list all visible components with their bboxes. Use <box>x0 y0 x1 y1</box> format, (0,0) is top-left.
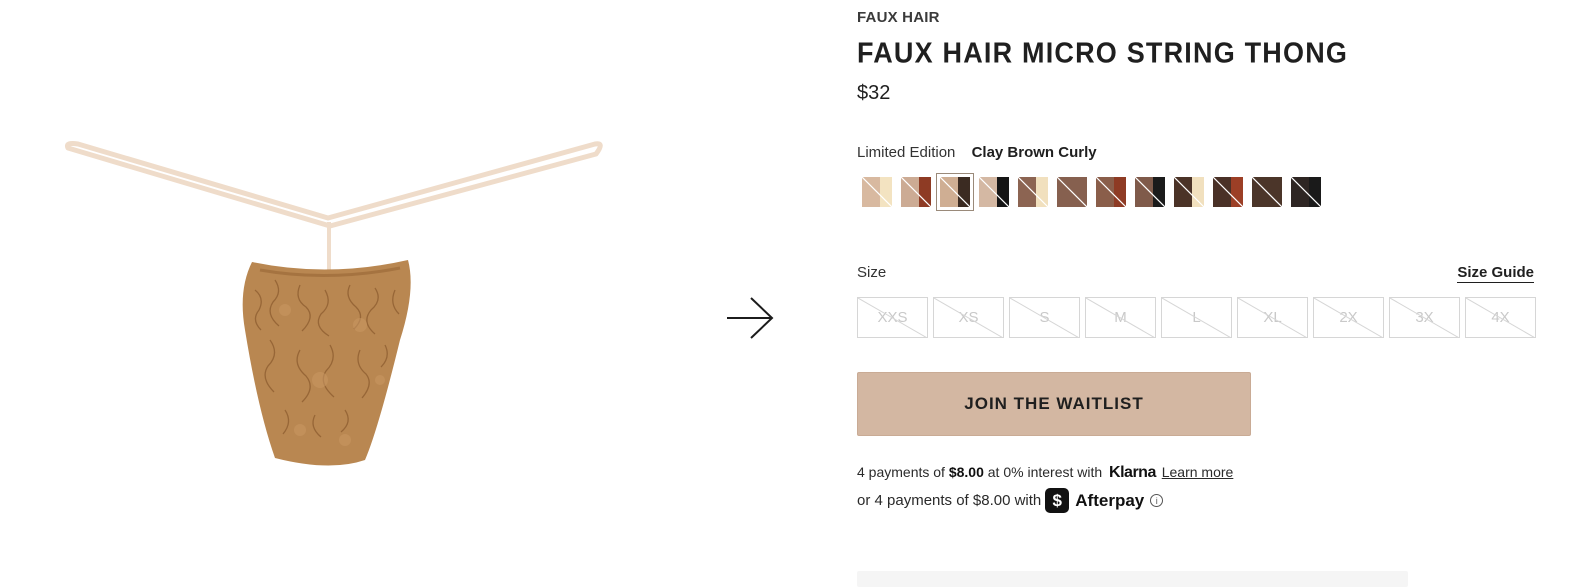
join-waitlist-button[interactable]: JOIN THE WAITLIST <box>857 372 1251 436</box>
klarna-prefix: 4 payments of <box>857 464 945 480</box>
unavailable-strike-icon <box>1086 298 1155 337</box>
size-option[interactable]: XS <box>933 297 1004 338</box>
color-swatch[interactable] <box>1291 177 1321 207</box>
size-guide-link[interactable]: Size Guide <box>1457 264 1534 283</box>
color-swatch[interactable] <box>901 177 931 207</box>
product-title: FAUX HAIR MICRO STRING THONG <box>857 37 1349 69</box>
color-swatch[interactable] <box>862 177 892 207</box>
color-swatch[interactable] <box>936 173 974 211</box>
unavailable-strike-icon <box>1238 298 1307 337</box>
selected-color-name: Clay Brown Curly <box>971 144 1097 161</box>
swatch-sold-out-icon <box>1057 177 1087 207</box>
swatch-sold-out-icon <box>1213 177 1243 207</box>
unavailable-strike-icon <box>1162 298 1231 337</box>
unavailable-strike-icon <box>1390 298 1459 337</box>
klarna-amount: $8.00 <box>948 464 984 480</box>
size-option[interactable]: M <box>1085 297 1156 338</box>
swatch-sold-out-icon <box>1174 177 1204 207</box>
info-icon[interactable]: i <box>1150 494 1164 507</box>
afterpay-logo: Afterpay <box>1075 490 1145 510</box>
color-collection-label: Limited Edition <box>857 144 956 161</box>
size-options: XXSXSSMLXL2X3X4X <box>857 297 1536 338</box>
afterpay-logo-icon: $ <box>1045 488 1070 513</box>
color-swatch[interactable] <box>1252 177 1282 207</box>
product-gallery <box>0 0 800 587</box>
klarna-financing: 4 payments of $8.00 at 0% interest with … <box>857 464 1233 482</box>
color-swatches <box>862 173 1321 211</box>
size-option[interactable]: XXS <box>857 297 928 338</box>
size-option[interactable]: 4X <box>1465 297 1536 338</box>
color-swatch[interactable] <box>1057 177 1087 207</box>
size-option[interactable]: L <box>1161 297 1232 338</box>
color-swatch[interactable] <box>1213 177 1243 207</box>
color-row: Limited Edition Clay Brown Curly <box>857 144 1097 161</box>
klarna-logo: Klarna <box>1109 464 1156 481</box>
swatch-sold-out-icon <box>1252 177 1282 207</box>
product-image <box>65 141 603 466</box>
unavailable-strike-icon <box>1466 298 1535 337</box>
afterpay-financing: or 4 payments of $8.00 with $ Afterpay i <box>857 488 1164 513</box>
arrow-right-icon <box>727 297 774 339</box>
swatch-sold-out-icon <box>1291 177 1321 207</box>
color-swatch[interactable] <box>1018 177 1048 207</box>
klarna-suffix: at 0% interest with <box>987 464 1103 480</box>
color-swatch[interactable] <box>1174 177 1204 207</box>
product-price: $32 <box>857 82 891 104</box>
color-swatch[interactable] <box>979 177 1009 207</box>
next-section-edge <box>857 571 1408 587</box>
swatch-sold-out-icon <box>862 177 892 207</box>
size-option[interactable]: 2X <box>1313 297 1384 338</box>
unavailable-strike-icon <box>934 298 1003 337</box>
afterpay-text: or 4 payments of $8.00 with <box>857 492 1042 509</box>
product-brand: FAUX HAIR <box>857 9 940 26</box>
size-option[interactable]: S <box>1009 297 1080 338</box>
klarna-learn-more-link[interactable]: Learn more <box>1162 464 1234 480</box>
size-option[interactable]: XL <box>1237 297 1308 338</box>
color-swatch[interactable] <box>1135 177 1165 207</box>
swatch-sold-out-icon <box>979 177 1009 207</box>
size-option[interactable]: 3X <box>1389 297 1460 338</box>
swatch-sold-out-icon <box>940 177 970 207</box>
swatch-sold-out-icon <box>1096 177 1126 207</box>
swatch-sold-out-icon <box>1018 177 1048 207</box>
size-label: Size <box>857 264 887 281</box>
unavailable-strike-icon <box>1314 298 1383 337</box>
unavailable-strike-icon <box>858 298 927 337</box>
color-swatch[interactable] <box>1096 177 1126 207</box>
swatch-sold-out-icon <box>901 177 931 207</box>
unavailable-strike-icon <box>1010 298 1079 337</box>
swatch-sold-out-icon <box>1135 177 1165 207</box>
next-image-button[interactable] <box>724 296 776 340</box>
